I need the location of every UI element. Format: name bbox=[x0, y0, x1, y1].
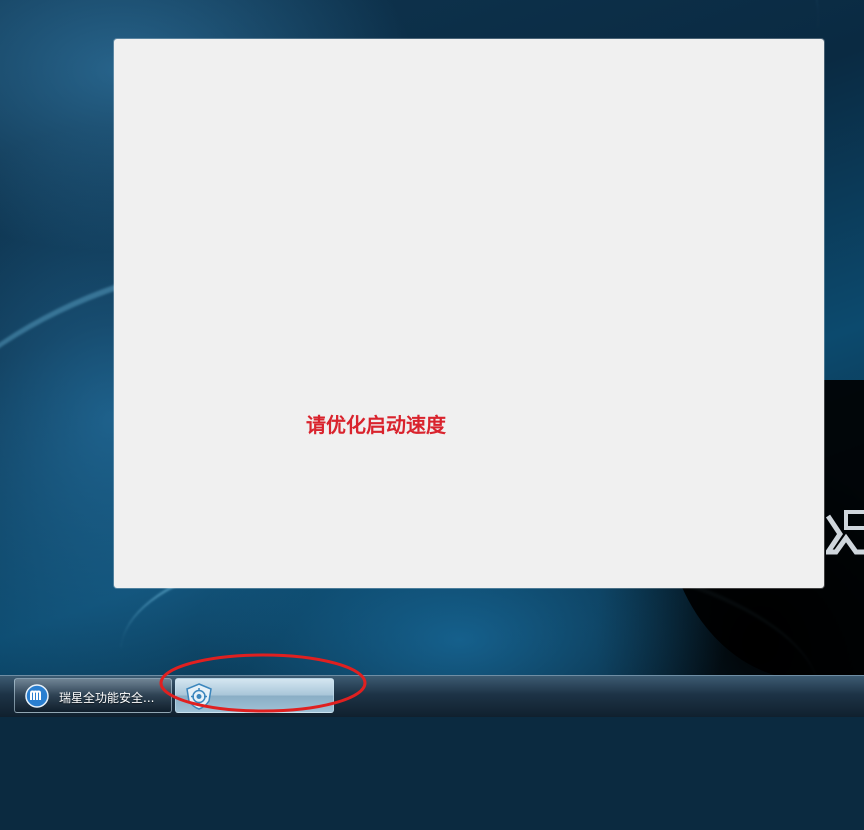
splash-message: 请优化启动速度 bbox=[306, 413, 446, 437]
wallpaper-logo-fragment bbox=[826, 510, 864, 555]
shield-app-icon bbox=[186, 683, 212, 710]
maxthon-m-icon bbox=[25, 684, 49, 708]
taskbar-item-label: 瑞星全功能安全... bbox=[59, 691, 155, 705]
startup-splash-window: 请优化启动速度 bbox=[114, 39, 824, 588]
taskbar-item-2[interactable] bbox=[175, 678, 334, 713]
taskbar-item-browser[interactable]: 瑞星全功能安全... bbox=[14, 678, 172, 713]
taskbar: 瑞星全功能安全... bbox=[0, 675, 864, 717]
